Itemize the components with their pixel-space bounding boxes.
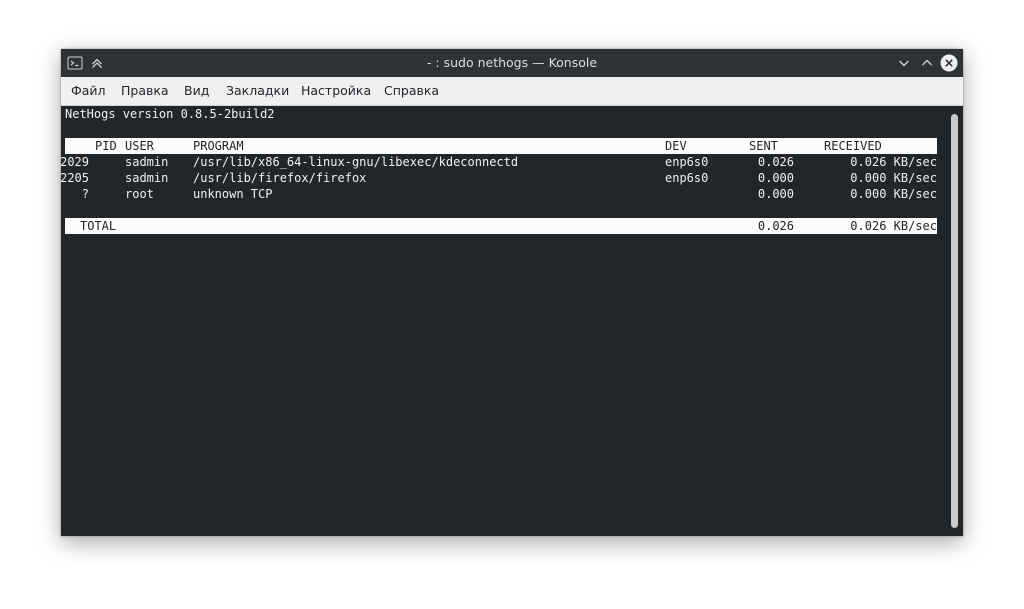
row-received: 0.000 KB/sec (850, 171, 937, 185)
row-pid: 2205 (61, 171, 89, 185)
total-sent: 0.026 (757, 219, 794, 233)
row-received: 0.000 KB/sec (850, 187, 937, 201)
menu-file[interactable]: Файл (71, 77, 106, 105)
row-dev: enp6s0 (665, 155, 709, 169)
menu-settings[interactable]: Настройка (301, 77, 371, 105)
row-program: /usr/lib/x86_64-linux-gnu/libexec/kdecon… (193, 155, 519, 169)
minimize-button[interactable] (895, 54, 913, 72)
chevron-up-icon (922, 59, 932, 66)
row-pid: 2029 (61, 155, 89, 169)
header-user: USER (125, 139, 154, 153)
table-row: 2205 sadmin /usr/lib/firefox/firefox enp… (61, 170, 937, 186)
header-received: RECEIVED (824, 139, 882, 153)
vertical-scrollbar[interactable] (951, 114, 958, 528)
chevron-down-icon (899, 60, 909, 67)
row-user: root (125, 187, 154, 201)
row-pid: ? (81, 187, 89, 201)
row-sent: 0.026 (757, 155, 794, 169)
menu-view[interactable]: Вид (184, 77, 209, 105)
header-sent: SENT (749, 139, 778, 153)
konsole-window: - : sudo nethogs — Konsole Файл Правка В… (61, 49, 963, 536)
window-title: - : sudo nethogs — Konsole (426, 55, 598, 70)
table-row: 2029 sadmin /usr/lib/x86_64-linux-gnu/li… (61, 154, 937, 170)
header-dev: DEV (665, 139, 687, 153)
menu-bookmarks[interactable]: Закладки (226, 77, 289, 105)
total-label: TOTAL (80, 219, 117, 233)
table-row: ? root unknown TCP 0.000 0.000 KB/sec (65, 186, 937, 202)
row-sent: 0.000 (757, 187, 794, 201)
terminal-icon[interactable] (67, 55, 83, 71)
close-button[interactable] (940, 54, 958, 72)
row-received: 0.026 KB/sec (850, 155, 937, 169)
row-sent: 0.000 (757, 171, 794, 185)
keep-above-icon[interactable] (89, 55, 105, 71)
row-user: sadmin (125, 171, 169, 185)
maximize-button[interactable] (918, 54, 936, 72)
total-row: TOTAL 0.026 0.026 KB/sec (65, 218, 937, 234)
version-line: NetHogs version 0.8.5-2build2 (65, 107, 275, 121)
terminal-area[interactable]: NetHogs version 0.8.5-2build2 PID USER P… (61, 106, 963, 536)
row-program: /usr/lib/firefox/firefox (193, 171, 367, 185)
header-pid: PID (95, 139, 117, 153)
menu-help[interactable]: Справка (384, 77, 439, 105)
row-dev: enp6s0 (665, 171, 709, 185)
table-header: PID USER PROGRAM DEV SENT RECEIVED (65, 138, 937, 154)
close-icon (940, 54, 958, 72)
row-user: sadmin (125, 155, 169, 169)
titlebar[interactable]: - : sudo nethogs — Konsole (61, 49, 963, 77)
header-program: PROGRAM (193, 139, 244, 153)
row-program: unknown TCP (193, 187, 273, 201)
menu-edit[interactable]: Правка (121, 77, 169, 105)
menubar: Файл Правка Вид Закладки Настройка Справ… (61, 77, 963, 106)
total-received: 0.026 KB/sec (850, 219, 937, 233)
